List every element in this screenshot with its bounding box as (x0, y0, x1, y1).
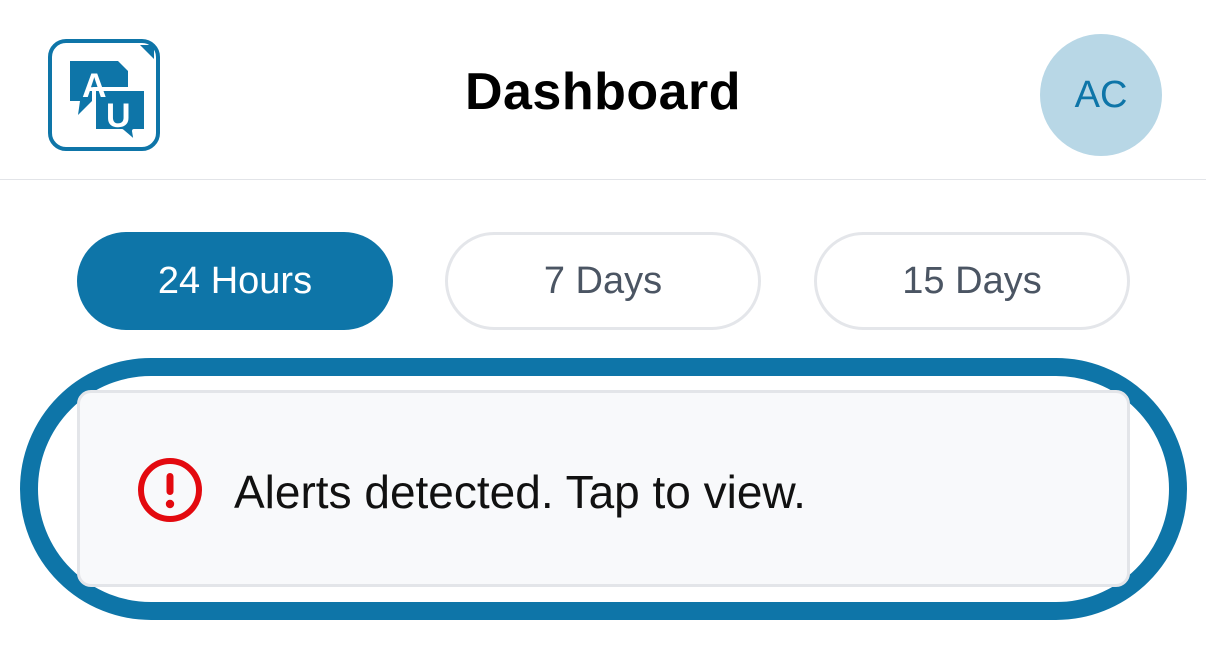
alerts-banner[interactable]: Alerts detected. Tap to view. (77, 390, 1130, 587)
tab-15-days[interactable]: 15 Days (814, 232, 1130, 330)
exclamation-circle-icon (137, 457, 203, 523)
app-header: A U Dashboard AC (0, 0, 1206, 180)
page-title: Dashboard (464, 63, 742, 121)
time-range-tabs: 24 Hours 7 Days 15 Days (0, 232, 1206, 330)
tab-24-hours[interactable]: 24 Hours (77, 232, 393, 330)
tab-7-days[interactable]: 7 Days (445, 232, 761, 330)
user-avatar[interactable]: AC (1040, 34, 1162, 156)
alert-message: Alerts detected. Tap to view. (234, 466, 806, 518)
